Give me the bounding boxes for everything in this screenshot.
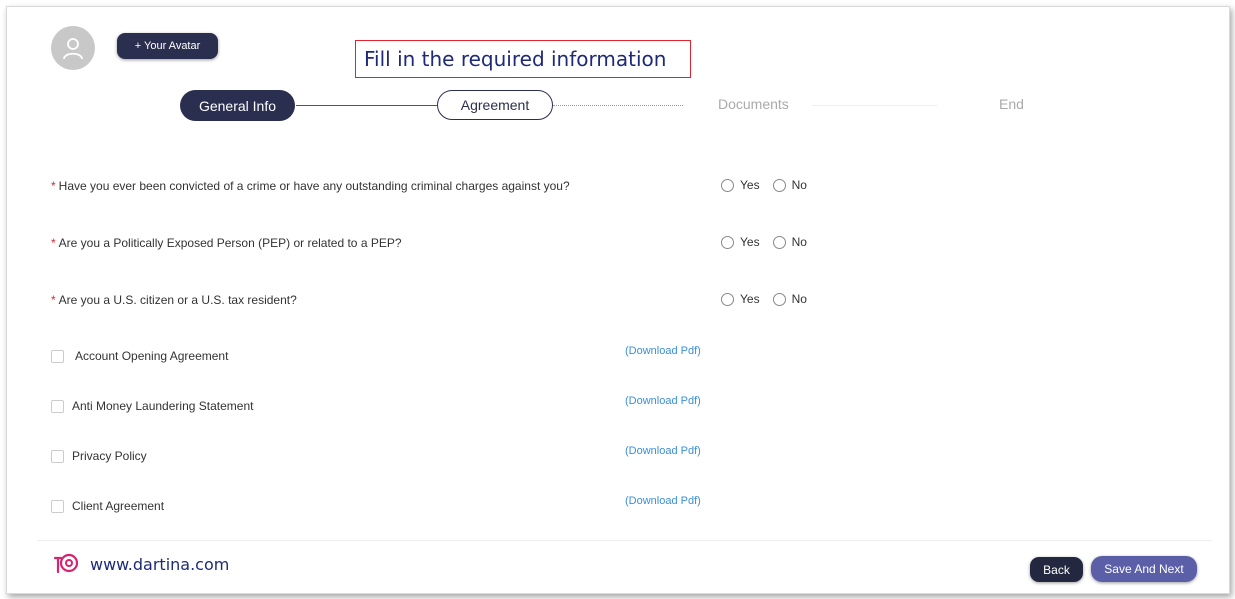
download-pdf-link[interactable]: (Download Pdf) — [625, 495, 701, 507]
download-pdf-link[interactable]: (Download Pdf) — [625, 395, 701, 407]
agreement-privacy-policy: Privacy Policy — [51, 449, 147, 463]
radio-no-label[interactable]: No — [792, 235, 807, 249]
agreement-checkbox[interactable] — [51, 449, 64, 463]
question-label: Are you a Politically Exposed Person (PE… — [58, 236, 402, 250]
step-connector — [296, 105, 437, 106]
radio-group-us-citizen: Yes No — [721, 292, 820, 306]
radio-yes[interactable] — [721, 178, 734, 192]
save-and-next-button[interactable]: Save And Next — [1091, 556, 1197, 582]
brand: www.dartina.com — [52, 552, 229, 576]
radio-yes-label[interactable]: Yes — [740, 178, 760, 192]
agreement-checkbox[interactable] — [51, 399, 64, 413]
back-button[interactable]: Back — [1030, 557, 1083, 582]
step-general-info[interactable]: General Info — [180, 90, 295, 121]
agreement-label: Anti Money Laundering Statement — [72, 399, 254, 413]
agreement-anti-money-laundering: Anti Money Laundering Statement — [51, 399, 253, 413]
radio-group-pep: Yes No — [721, 235, 820, 249]
question-us-citizen: * Are you a U.S. citizen or a U.S. tax re… — [51, 293, 297, 307]
agreement-label: Privacy Policy — [72, 449, 147, 463]
agreement-checkbox[interactable] — [51, 499, 64, 513]
radio-group-criminal: Yes No — [721, 178, 820, 192]
required-marker: * — [51, 236, 56, 250]
step-agreement[interactable]: Agreement — [437, 90, 553, 120]
required-marker: * — [51, 179, 56, 193]
step-end: End — [999, 96, 1024, 112]
radio-no[interactable] — [772, 292, 786, 306]
question-label: Are you a U.S. citizen or a U.S. tax res… — [58, 293, 297, 307]
dartina-logo-icon — [53, 553, 79, 574]
radio-no[interactable] — [772, 235, 786, 249]
radio-yes-label[interactable]: Yes — [740, 235, 760, 249]
question-label: Have you ever been convicted of a crime … — [58, 179, 570, 193]
step-connector — [812, 105, 937, 106]
agreement-label: Account Opening Agreement — [75, 349, 229, 363]
brand-url[interactable]: www.dartina.com — [90, 555, 229, 574]
step-connector — [553, 105, 683, 106]
question-criminal: * Have you ever been convicted of a crime… — [51, 179, 570, 193]
user-icon — [63, 38, 83, 60]
radio-yes[interactable] — [721, 235, 734, 249]
radio-no[interactable] — [772, 178, 786, 192]
download-pdf-link[interactable]: (Download Pdf) — [625, 345, 701, 357]
footer-divider — [37, 540, 1212, 541]
avatar[interactable] — [51, 26, 95, 70]
agreement-label: Client Agreement — [72, 499, 165, 513]
radio-no-label[interactable]: No — [792, 178, 807, 192]
required-marker: * — [51, 293, 56, 307]
add-avatar-button[interactable]: + Your Avatar — [117, 33, 218, 59]
agreement-account-opening: Account Opening Agreement — [51, 349, 228, 363]
agreement-checkbox[interactable] — [51, 349, 64, 363]
radio-yes[interactable] — [721, 292, 734, 306]
question-pep: * Are you a Politically Exposed Person (P… — [51, 236, 402, 250]
agreement-client: Client Agreement — [51, 499, 164, 513]
radio-yes-label[interactable]: Yes — [740, 292, 760, 306]
download-pdf-link[interactable]: (Download Pdf) — [625, 445, 701, 457]
radio-no-label[interactable]: No — [792, 292, 807, 306]
instruction-annotation: Fill in the required information — [355, 40, 691, 78]
step-documents: Documents — [718, 96, 789, 112]
